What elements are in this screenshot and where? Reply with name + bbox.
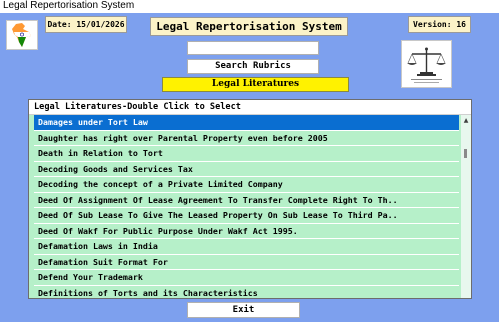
- search-rubrics-button[interactable]: Search Rubrics: [187, 59, 319, 74]
- list-item[interactable]: Deed Of Wakf For Public Purpose Under Wa…: [34, 224, 459, 239]
- exit-button[interactable]: Exit: [187, 302, 300, 318]
- india-map-emblem-icon: [6, 20, 38, 50]
- window-title: Legal Repertorisation System: [3, 0, 135, 11]
- scales-of-justice-icon: [401, 40, 452, 88]
- list-item[interactable]: Deed Of Assignment Of Lease Agreement To…: [34, 193, 459, 208]
- date-display: Date: 15/01/2026: [45, 16, 127, 33]
- list-item[interactable]: Defend Your Trademark: [34, 270, 459, 286]
- main-panel: Date: 15/01/2026 Legal Repertorisation S…: [0, 13, 499, 322]
- list-item[interactable]: Decoding the concept of a Private Limite…: [34, 177, 459, 193]
- search-input[interactable]: [187, 41, 319, 55]
- list-item[interactable]: Defamation Suit Format For: [34, 255, 459, 270]
- list-header: Legal Literatures-Double Click to Select: [29, 100, 471, 115]
- list-item[interactable]: Deed Of Sub Lease To Give The Leased Pro…: [34, 208, 459, 224]
- app-title: Legal Repertorisation System: [150, 17, 348, 36]
- list-item[interactable]: Definitions of Torts and its Characteris…: [34, 286, 459, 299]
- version-display: Version: 16: [408, 16, 471, 33]
- list-item[interactable]: Death in Relation to Tort: [34, 146, 459, 162]
- vertical-scrollbar[interactable]: ▲: [461, 115, 471, 298]
- window-titlebar: Legal Repertorisation System: [0, 0, 499, 13]
- list-item[interactable]: Defamation Laws in India: [34, 239, 459, 255]
- list-items: Damages under Tort Law Daughter has right…: [34, 115, 459, 299]
- legal-literatures-listbox[interactable]: Legal Literatures-Double Click to Select…: [28, 99, 472, 299]
- list-item[interactable]: Decoding Goods and Services Tax: [34, 162, 459, 177]
- list-item[interactable]: Daughter has right over Parental Propert…: [34, 131, 459, 146]
- scroll-up-arrow-icon[interactable]: ▲: [461, 117, 471, 125]
- section-heading: Legal Literatures: [162, 77, 349, 92]
- list-item[interactable]: Damages under Tort Law: [34, 115, 459, 131]
- scroll-thumb[interactable]: [464, 149, 467, 158]
